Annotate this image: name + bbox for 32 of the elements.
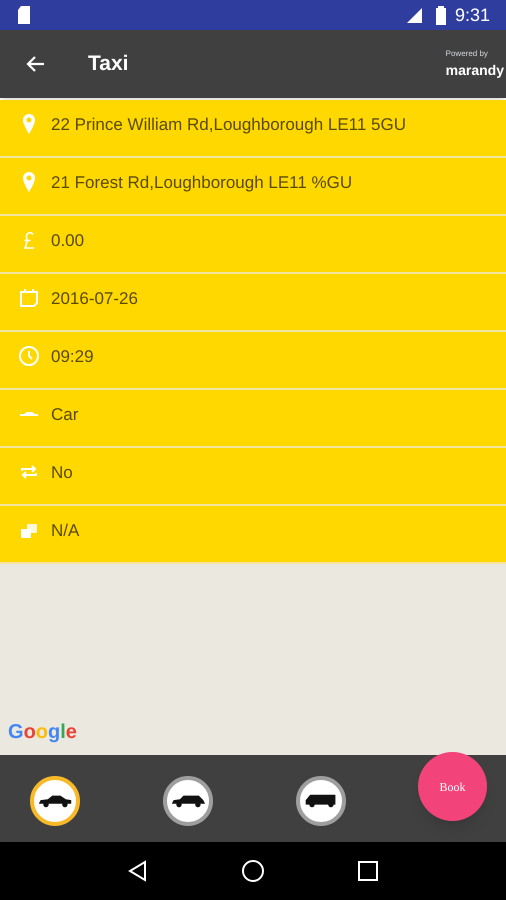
status-time: 9:31	[454, 4, 490, 26]
booking-field[interactable]: N/A	[0, 506, 506, 564]
calendar-icon	[17, 286, 41, 310]
map-attribution: Google	[8, 720, 77, 745]
field-value: No	[51, 462, 73, 484]
field-value: Car	[51, 404, 78, 426]
recents-icon[interactable]	[356, 859, 380, 883]
vehicle-option[interactable]	[163, 776, 213, 826]
sd-card-icon	[16, 5, 32, 25]
powered-by-label: Powered by	[446, 48, 488, 60]
book-button[interactable]: Book	[418, 752, 487, 821]
battery-icon	[434, 5, 447, 25]
booking-field[interactable]: 0.00	[0, 216, 506, 274]
clock-icon	[17, 344, 41, 368]
booking-field[interactable]: 21 Forest Rd,Loughborough LE11 %GU	[0, 158, 506, 216]
booking-field[interactable]: 22 Prince William Rd,Loughborough LE11 5GU	[0, 100, 506, 158]
vehicle-option[interactable]	[296, 776, 346, 826]
field-value: 22 Prince William Rd,Loughborough LE11 5GU	[51, 114, 406, 136]
screen-title: Taxi	[88, 51, 128, 78]
field-value: 0.00	[51, 230, 84, 252]
booking-field[interactable]: 09:29	[0, 332, 506, 390]
booking-field[interactable]: 2016-07-26	[0, 274, 506, 332]
field-value: 21 Forest Rd,Loughborough LE11 %GU	[51, 172, 352, 194]
field-value: N/A	[51, 520, 80, 542]
vehicle-option[interactable]	[30, 776, 80, 826]
home-icon[interactable]	[240, 859, 265, 883]
car-icon	[20, 412, 38, 416]
booking-field[interactable]: No	[0, 448, 506, 506]
brand-logo: marandy	[446, 60, 504, 80]
field-value: 09:29	[51, 346, 94, 368]
booking-field[interactable]: Car	[0, 390, 506, 448]
field-value: 2016-07-26	[51, 288, 138, 310]
